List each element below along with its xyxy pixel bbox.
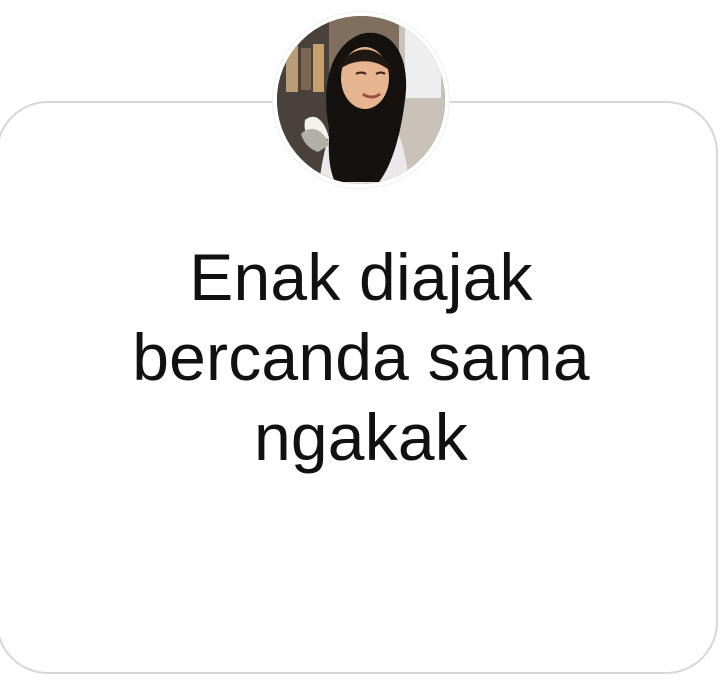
profile-photo-icon — [277, 16, 445, 184]
question-text: Enak diajak bercanda sama ngakak — [132, 240, 590, 474]
question-sticker-stage: Enak diajak bercanda sama ngakak — [0, 0, 720, 697]
avatar — [273, 12, 449, 188]
